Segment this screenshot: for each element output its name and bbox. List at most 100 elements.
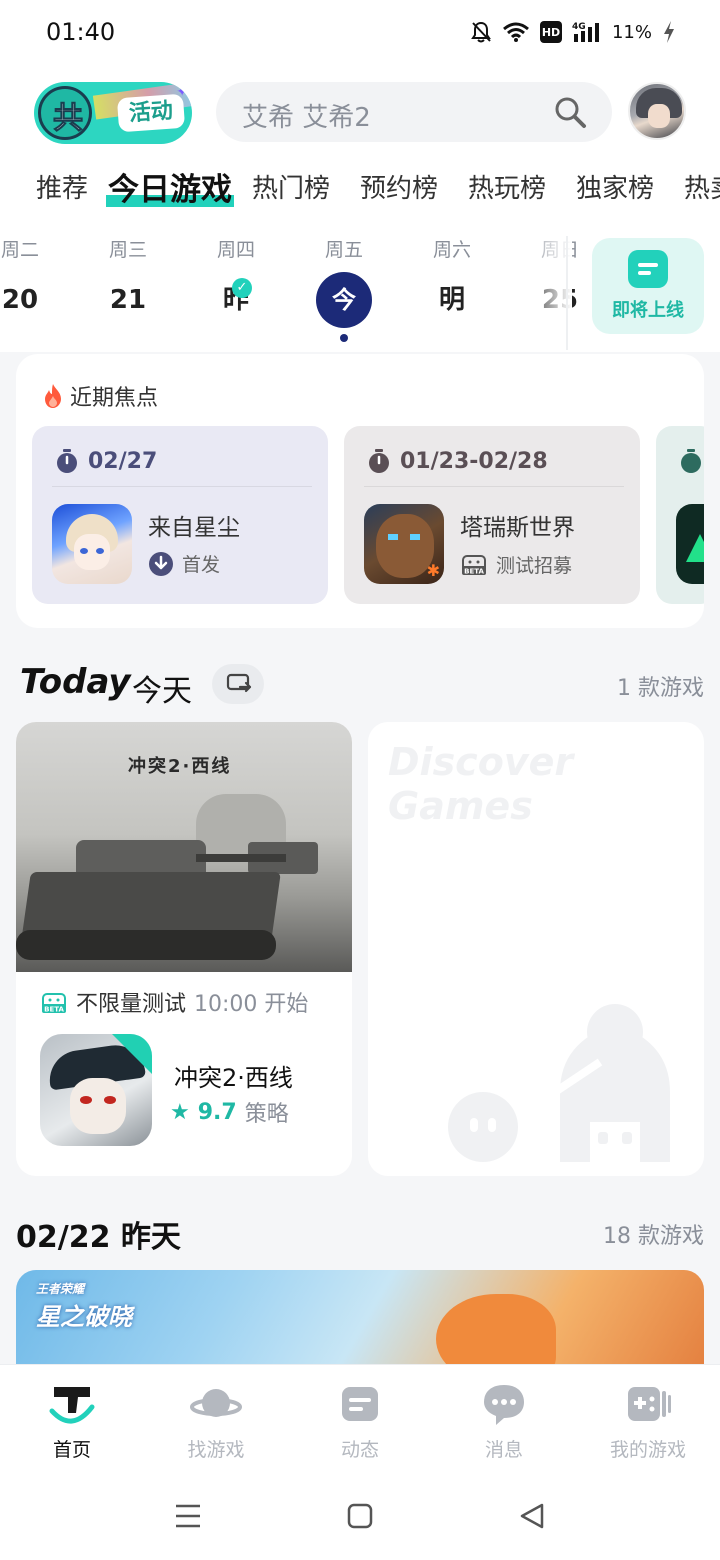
logo-char: 共 — [53, 101, 84, 137]
check-badge-icon: ✓ — [232, 278, 252, 298]
tab-recommend[interactable]: 推荐 — [36, 168, 88, 205]
status-bar: 01:40 HD 4G 11% — [0, 0, 720, 64]
nav-my-games[interactable]: 我的游戏 — [576, 1365, 720, 1471]
charging-icon — [664, 21, 674, 43]
day-fri-today[interactable]: 周五 今 — [304, 236, 384, 342]
svg-text:4G: 4G — [572, 22, 586, 32]
nav-home[interactable]: 首页 — [0, 1365, 144, 1471]
tab-hot-list[interactable]: 热门榜 — [252, 168, 330, 205]
banner-tank-tread — [16, 930, 276, 960]
tab-label: 热玩榜 — [468, 174, 547, 204]
day-wed[interactable]: 周三 21 — [88, 236, 168, 316]
banner-title: 冲突2·西线 — [128, 756, 232, 777]
nav-label: 首页 — [52, 1439, 91, 1461]
timer-icon — [57, 449, 77, 473]
home-square-icon[interactable] — [340, 1500, 380, 1532]
system-nav-bar — [0, 1470, 720, 1560]
tab-hot-play-list[interactable]: 热玩榜 — [468, 168, 546, 205]
day-thu[interactable]: 周四 昨 ✓ — [196, 236, 276, 316]
nav-label: 找游戏 — [187, 1439, 245, 1461]
tab-hot-sale[interactable]: 热卖 — [684, 168, 720, 205]
day-number: 明 — [438, 285, 465, 315]
day-name: 周四 — [216, 239, 255, 261]
logo-circle: 共 — [38, 86, 92, 140]
tab-label: 独家榜 — [576, 174, 655, 204]
star-icon: ★ — [170, 1099, 190, 1125]
activity-logo-button[interactable]: 共 活动 ✦ — [34, 82, 192, 144]
avatar-face — [648, 104, 670, 128]
back-triangle-icon[interactable] — [512, 1500, 552, 1532]
view-switch-button[interactable] — [212, 664, 264, 704]
yesterday-game-count: 18 款游戏 — [603, 1224, 704, 1249]
game-score: 9.7 — [197, 1099, 237, 1125]
tab-reserve-list[interactable]: 预约榜 — [360, 168, 438, 205]
menu-icon[interactable] — [168, 1500, 208, 1532]
discover-text: Discover Games — [388, 740, 573, 828]
upcoming-button[interactable]: 即将上线 — [592, 238, 704, 334]
wifi-icon — [503, 22, 529, 42]
feed-icon — [342, 1387, 378, 1421]
character-eye — [96, 548, 104, 554]
hd-badge: HD — [539, 21, 562, 43]
nav-messages[interactable]: 消息 — [432, 1365, 576, 1471]
day-name: 周二 — [0, 239, 39, 261]
search-icon[interactable] — [552, 94, 588, 130]
test-label: 不限量测试 — [76, 992, 187, 1017]
lion-face — [376, 514, 434, 578]
game-tag: BETA 测试招募 — [460, 550, 572, 578]
logo-label: 活动 — [116, 93, 186, 133]
game-category: 策略 — [244, 1102, 289, 1127]
search-input[interactable]: 艾希 艾希2 — [216, 82, 612, 142]
game-name: 来自星尘 — [148, 515, 240, 541]
nav-find-games[interactable]: 找游戏 — [144, 1365, 288, 1471]
message-icon — [484, 1385, 524, 1425]
focus-item-partial[interactable] — [656, 426, 704, 604]
day-sat[interactable]: 周六 明 — [412, 236, 492, 316]
discover-line-1: Discover — [388, 740, 574, 784]
focus-item[interactable]: 02/27 来自星尘 首发 — [32, 426, 328, 604]
icon-face — [70, 1078, 126, 1134]
today-game-count: 1 款游戏 — [617, 676, 704, 701]
game-icon — [52, 504, 132, 584]
divider — [364, 486, 624, 487]
day-name: 周三 — [108, 239, 147, 261]
battery-percent: 11% — [611, 21, 652, 43]
user-avatar[interactable] — [628, 82, 686, 140]
tab-label: 热门榜 — [252, 174, 331, 204]
game-tag-text: 首发 — [182, 554, 221, 576]
today-game-card[interactable]: 冲突2·西线 BETA 不限量测试 10:00 开始 冲突2·西线 ★ 9.7 … — [16, 722, 352, 1176]
beta-icon: BETA — [462, 555, 486, 576]
day-number: 20 — [1, 285, 39, 315]
download-icon — [149, 551, 173, 576]
triangle-logo-icon — [686, 534, 704, 562]
search-placeholder: 艾希 艾希2 — [242, 103, 371, 133]
game-meta: ★ 9.7 策略 — [170, 1096, 289, 1128]
app-root: 01:40 HD 4G 11% 共 活动 ✦ 艾希 艾希2 推荐 今日游戏 热门… — [0, 0, 720, 1560]
focus-item[interactable]: 01/23-02/28 ✱ 塔瑞斯世界 BETA 测试招募 — [344, 426, 640, 604]
tab-today-games[interactable]: 今日游戏 — [106, 164, 234, 209]
today-section-header: Today 今天 1 款游戏 — [0, 662, 720, 712]
banner-logo-sub: 王者荣耀 — [36, 1282, 85, 1296]
timer-icon — [681, 449, 701, 473]
game-name: 塔瑞斯世界 — [460, 515, 575, 541]
timer-icon — [369, 449, 389, 473]
week-strip: 周二 20 周三 21 周四 昨 ✓ 周五 今 周六 明 周日 25 即将上 — [0, 236, 720, 352]
svg-text:BETA: BETA — [44, 1006, 64, 1014]
mascot-face-icon — [448, 1092, 518, 1162]
nav-feed[interactable]: 动态 — [288, 1365, 432, 1471]
test-time: 10:00 开始 — [194, 992, 309, 1017]
category-tabs: 推荐 今日游戏 热门榜 预约榜 热玩榜 独家榜 热卖 — [0, 160, 720, 216]
tab-exclusive-list[interactable]: 独家榜 — [576, 168, 654, 205]
today-title-en: Today — [20, 662, 131, 702]
home-icon — [49, 1387, 95, 1424]
game-icon: ✱ — [364, 504, 444, 584]
week-divider — [566, 236, 568, 350]
banner-tank-gun — [196, 854, 286, 862]
switch-view-icon — [226, 673, 252, 693]
banner-logo: 王者荣耀 星之破晓 — [36, 1280, 132, 1332]
mascot-house-icon — [540, 1004, 670, 1162]
status-icons: HD 4G 11% — [470, 16, 676, 48]
nav-label: 消息 — [484, 1439, 523, 1461]
day-tue[interactable]: 周二 20 — [0, 236, 60, 316]
nav-label: 动态 — [340, 1439, 379, 1461]
